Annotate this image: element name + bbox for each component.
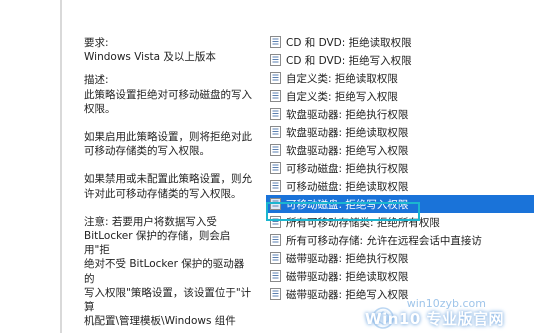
policy-list-item[interactable]: 软盘驱动器: 拒绝写入权限 [266,141,534,159]
policy-setting-icon [270,36,281,48]
requirement-value: Windows Vista 及以上版本 [84,51,216,64]
policy-list-item-label: 自定义类: 拒绝写入权限 [286,90,398,103]
policy-list-item[interactable]: 自定义类: 拒绝读取权限 [266,69,534,87]
policy-setting-icon [270,216,281,228]
requirement-title: 要求: [84,37,109,49]
policy-setting-icon [270,72,281,84]
policy-list-item-label: CD 和 DVD: 拒绝写入权限 [286,54,412,67]
policy-list-item-label: 软盘驱动器: 拒绝写入权限 [286,144,409,157]
policy-list-item[interactable]: 所有可移动存储: 允许在远程会话中直接访 [266,231,534,249]
policy-list-item[interactable]: 自定义类: 拒绝写入权限 [266,87,534,105]
policy-description-panel: 要求: Windows Vista 及以上版本 描述: 此策略设置拒绝对可移动磁… [84,36,254,328]
policy-list-item-label: 软盘驱动器: 拒绝执行权限 [286,108,409,121]
disabled-text: 如果禁用或未配置此策略设置，则允 许对此可移动存储类的写入权限。 [84,173,252,200]
policy-setting-icon [270,198,281,210]
policy-list-item[interactable]: 磁带驱动器: 拒绝执行权限 [266,249,534,267]
enabled-text: 如果启用此策略设置，则将拒绝对此 可移动存储类的写入权限。 [84,131,252,158]
policy-setting-icon [270,234,281,246]
policy-list-item[interactable]: CD 和 DVD: 拒绝写入权限 [266,51,534,69]
policy-list-item[interactable]: 软盘驱动器: 拒绝读取权限 [266,123,534,141]
policy-list-item-label: 可移动磁盘: 拒绝执行权限 [286,162,409,175]
policy-list-item-label: 磁带驱动器: 拒绝读取权限 [286,270,409,283]
policy-list-item-label: 可移动磁盘: 拒绝写入权限 [286,198,409,211]
policy-setting-icon [270,54,281,66]
policy-setting-icon [270,180,281,192]
policy-list-item-label: 可移动磁盘: 拒绝读取权限 [286,180,409,193]
gutter-divider [60,0,62,333]
policy-setting-icon [270,126,281,138]
policy-list-item[interactable]: 可移动磁盘: 拒绝执行权限 [266,159,534,177]
policy-list-item[interactable]: 所有可移动存储类: 拒绝所有权限 [266,213,534,231]
policy-list-item[interactable]: 可移动磁盘: 拒绝读取权限 [266,177,534,195]
policy-list-item-label: 所有可移动存储: 允许在远程会话中直接访 [286,234,482,247]
policy-list-item-label: 磁带驱动器: 拒绝写入权限 [286,288,409,301]
policy-list-item-label: 所有可移动存储类: 拒绝所有权限 [286,216,440,229]
description-text: 此策略设置拒绝对可移动磁盘的写入 权限。 [84,88,252,115]
policy-setting-icon [270,90,281,102]
policy-list-item-label: CD 和 DVD: 拒绝读取权限 [286,36,412,49]
policy-setting-icon [270,270,281,282]
policy-list-item-label: 磁带驱动器: 拒绝执行权限 [286,252,409,265]
policy-setting-icon [270,162,281,174]
policy-setting-icon [270,144,281,156]
policy-setting-icon [270,108,281,120]
policy-list-item-label: 软盘驱动器: 拒绝读取权限 [286,126,409,139]
policy-setting-icon [270,252,281,264]
policy-list-item[interactable]: 软盘驱动器: 拒绝执行权限 [266,105,534,123]
policy-list-item[interactable]: 磁带驱动器: 拒绝读取权限 [266,267,534,285]
note-text: 注意: 若要用户将数据写入受 BitLocker 保护的存储，则会启用"拒 绝对… [84,215,252,328]
policy-settings-list[interactable]: CD 和 DVD: 拒绝读取权限 CD 和 DVD: 拒绝写入权限 自定义类: 拒绝… [266,33,534,303]
description-title: 描述: [84,74,109,87]
left-gutter [0,0,62,333]
policy-list-item[interactable]: CD 和 DVD: 拒绝读取权限 [266,33,534,51]
policy-setting-icon [270,288,281,300]
policy-list-item[interactable]: 磁带驱动器: 拒绝写入权限 [266,285,534,303]
watermark-brand: Win10 专业版官网 [365,310,504,328]
policy-list-item[interactable]: 可移动磁盘: 拒绝写入权限 [266,195,534,213]
policy-list-item-label: 自定义类: 拒绝读取权限 [286,72,398,85]
